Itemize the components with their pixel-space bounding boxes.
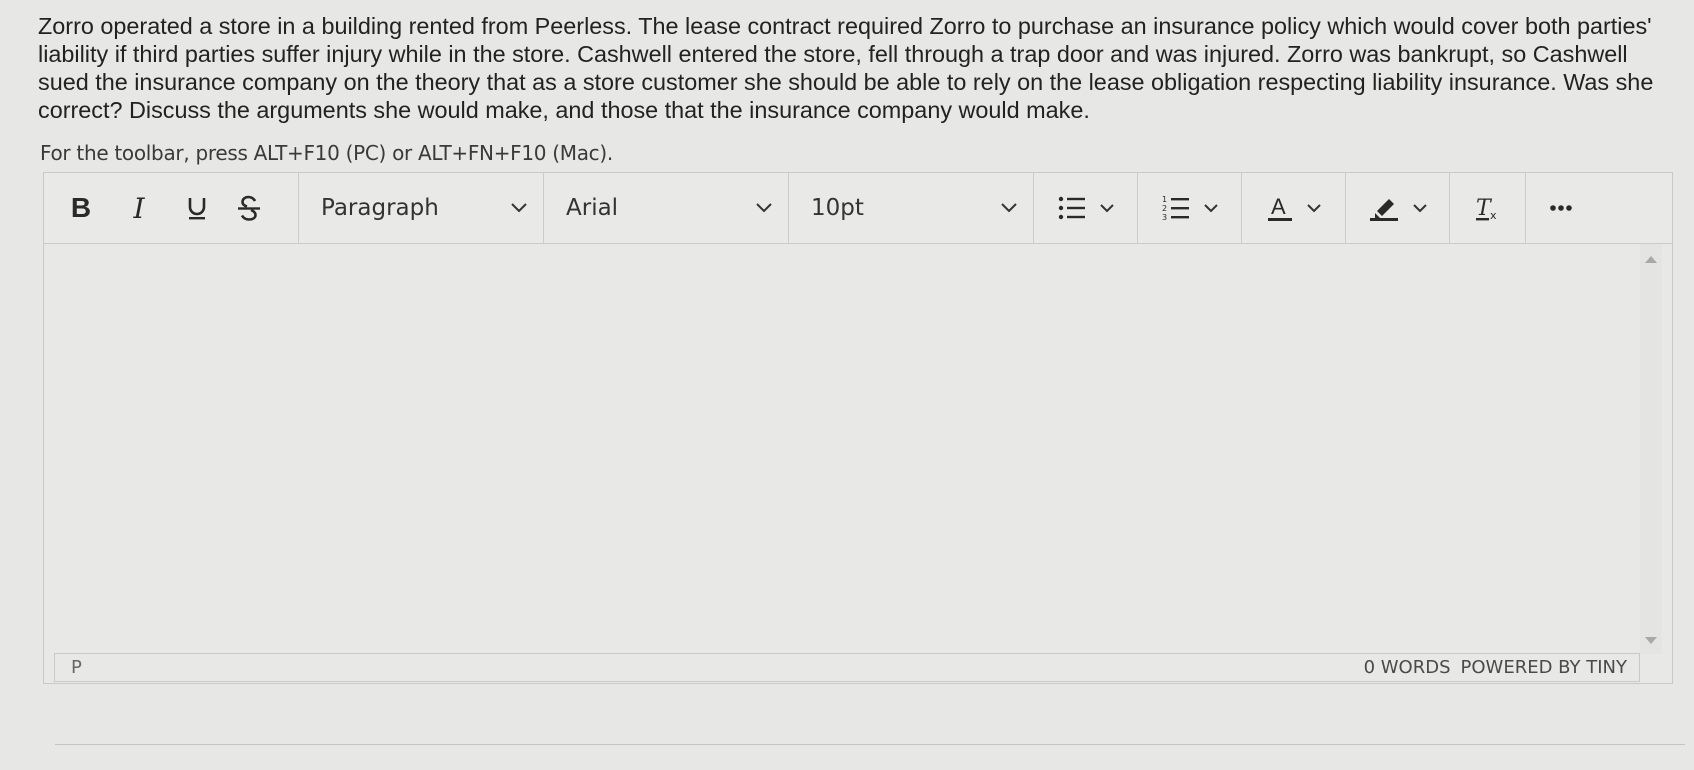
editor-content-area[interactable] [55,244,1640,654]
more-button[interactable] [1526,173,1596,243]
svg-text:x: x [1490,209,1497,222]
highlight-button[interactable] [1346,173,1450,243]
underline-button[interactable] [182,195,212,221]
italic-button[interactable]: I [124,192,154,225]
chevron-down-icon[interactable] [1099,203,1114,213]
question-line: Zorro operated a store in a building ren… [38,13,1652,39]
chevron-down-icon [756,203,772,213]
word-count[interactable]: 0 WORDS [1364,657,1451,678]
block-format-value: Paragraph [321,195,439,221]
editor-scrollbar[interactable] [1640,244,1662,654]
strikethrough-button[interactable] [234,194,264,222]
question-line: liability if third parties suffer injury… [38,41,1628,67]
divider [55,744,1685,745]
statusbar-right: 0 WORDS POWERED BY TINY [1364,657,1639,678]
svg-text:2: 2 [1162,204,1167,213]
more-icon [1550,205,1572,211]
svg-text:1: 1 [1162,195,1167,204]
block-format-select[interactable]: Paragraph [299,173,544,243]
numbered-list-button[interactable]: 1 2 3 [1138,173,1242,243]
chevron-down-icon[interactable] [1306,203,1321,213]
strikethrough-icon [238,195,260,221]
bullet-list-icon [1058,196,1085,220]
toolbar-hint: For the toolbar, press ALT+F10 (PC) or A… [40,141,613,165]
chevron-down-icon [511,203,527,213]
font-size-select[interactable]: 10pt [789,173,1034,243]
editor-toolbar: B I Paragraph Arial 10pt 1 2 3 A T x [44,173,1672,244]
chevron-down-icon [1001,203,1017,213]
question-text: Zorro operated a store in a building ren… [38,12,1678,124]
font-family-value: Arial [566,195,619,221]
font-size-value: 10pt [811,195,864,221]
question-line: sued the insurance company on the theory… [38,69,1654,95]
scroll-down-arrow-icon[interactable] [1645,637,1657,644]
chevron-down-icon[interactable] [1203,203,1218,213]
font-family-select[interactable]: Arial [544,173,789,243]
svg-text:3: 3 [1162,213,1167,222]
format-group: B I [44,173,299,243]
chevron-down-icon[interactable] [1412,203,1427,213]
powered-by-link[interactable]: POWERED BY TINY [1461,657,1628,678]
svg-text:A: A [1271,194,1286,219]
clear-formatting-button[interactable]: T x [1450,173,1526,243]
rich-text-editor: B I Paragraph Arial 10pt 1 2 3 A T x P 0… [43,172,1673,684]
numbered-list-icon: 1 2 3 [1162,195,1189,222]
bullet-list-button[interactable] [1034,173,1138,243]
editor-statusbar: P 0 WORDS POWERED BY TINY [54,653,1640,682]
clear-formatting-icon: T x [1475,196,1497,222]
highlight-icon [1369,199,1398,221]
underline-icon [188,198,206,220]
scroll-up-arrow-icon[interactable] [1645,256,1657,263]
question-line: correct? Discuss the arguments she would… [38,97,1090,123]
bold-button[interactable]: B [66,192,96,224]
text-color-button[interactable]: A [1242,173,1346,243]
element-path[interactable]: P [55,657,82,678]
text-color-icon: A [1267,194,1292,221]
